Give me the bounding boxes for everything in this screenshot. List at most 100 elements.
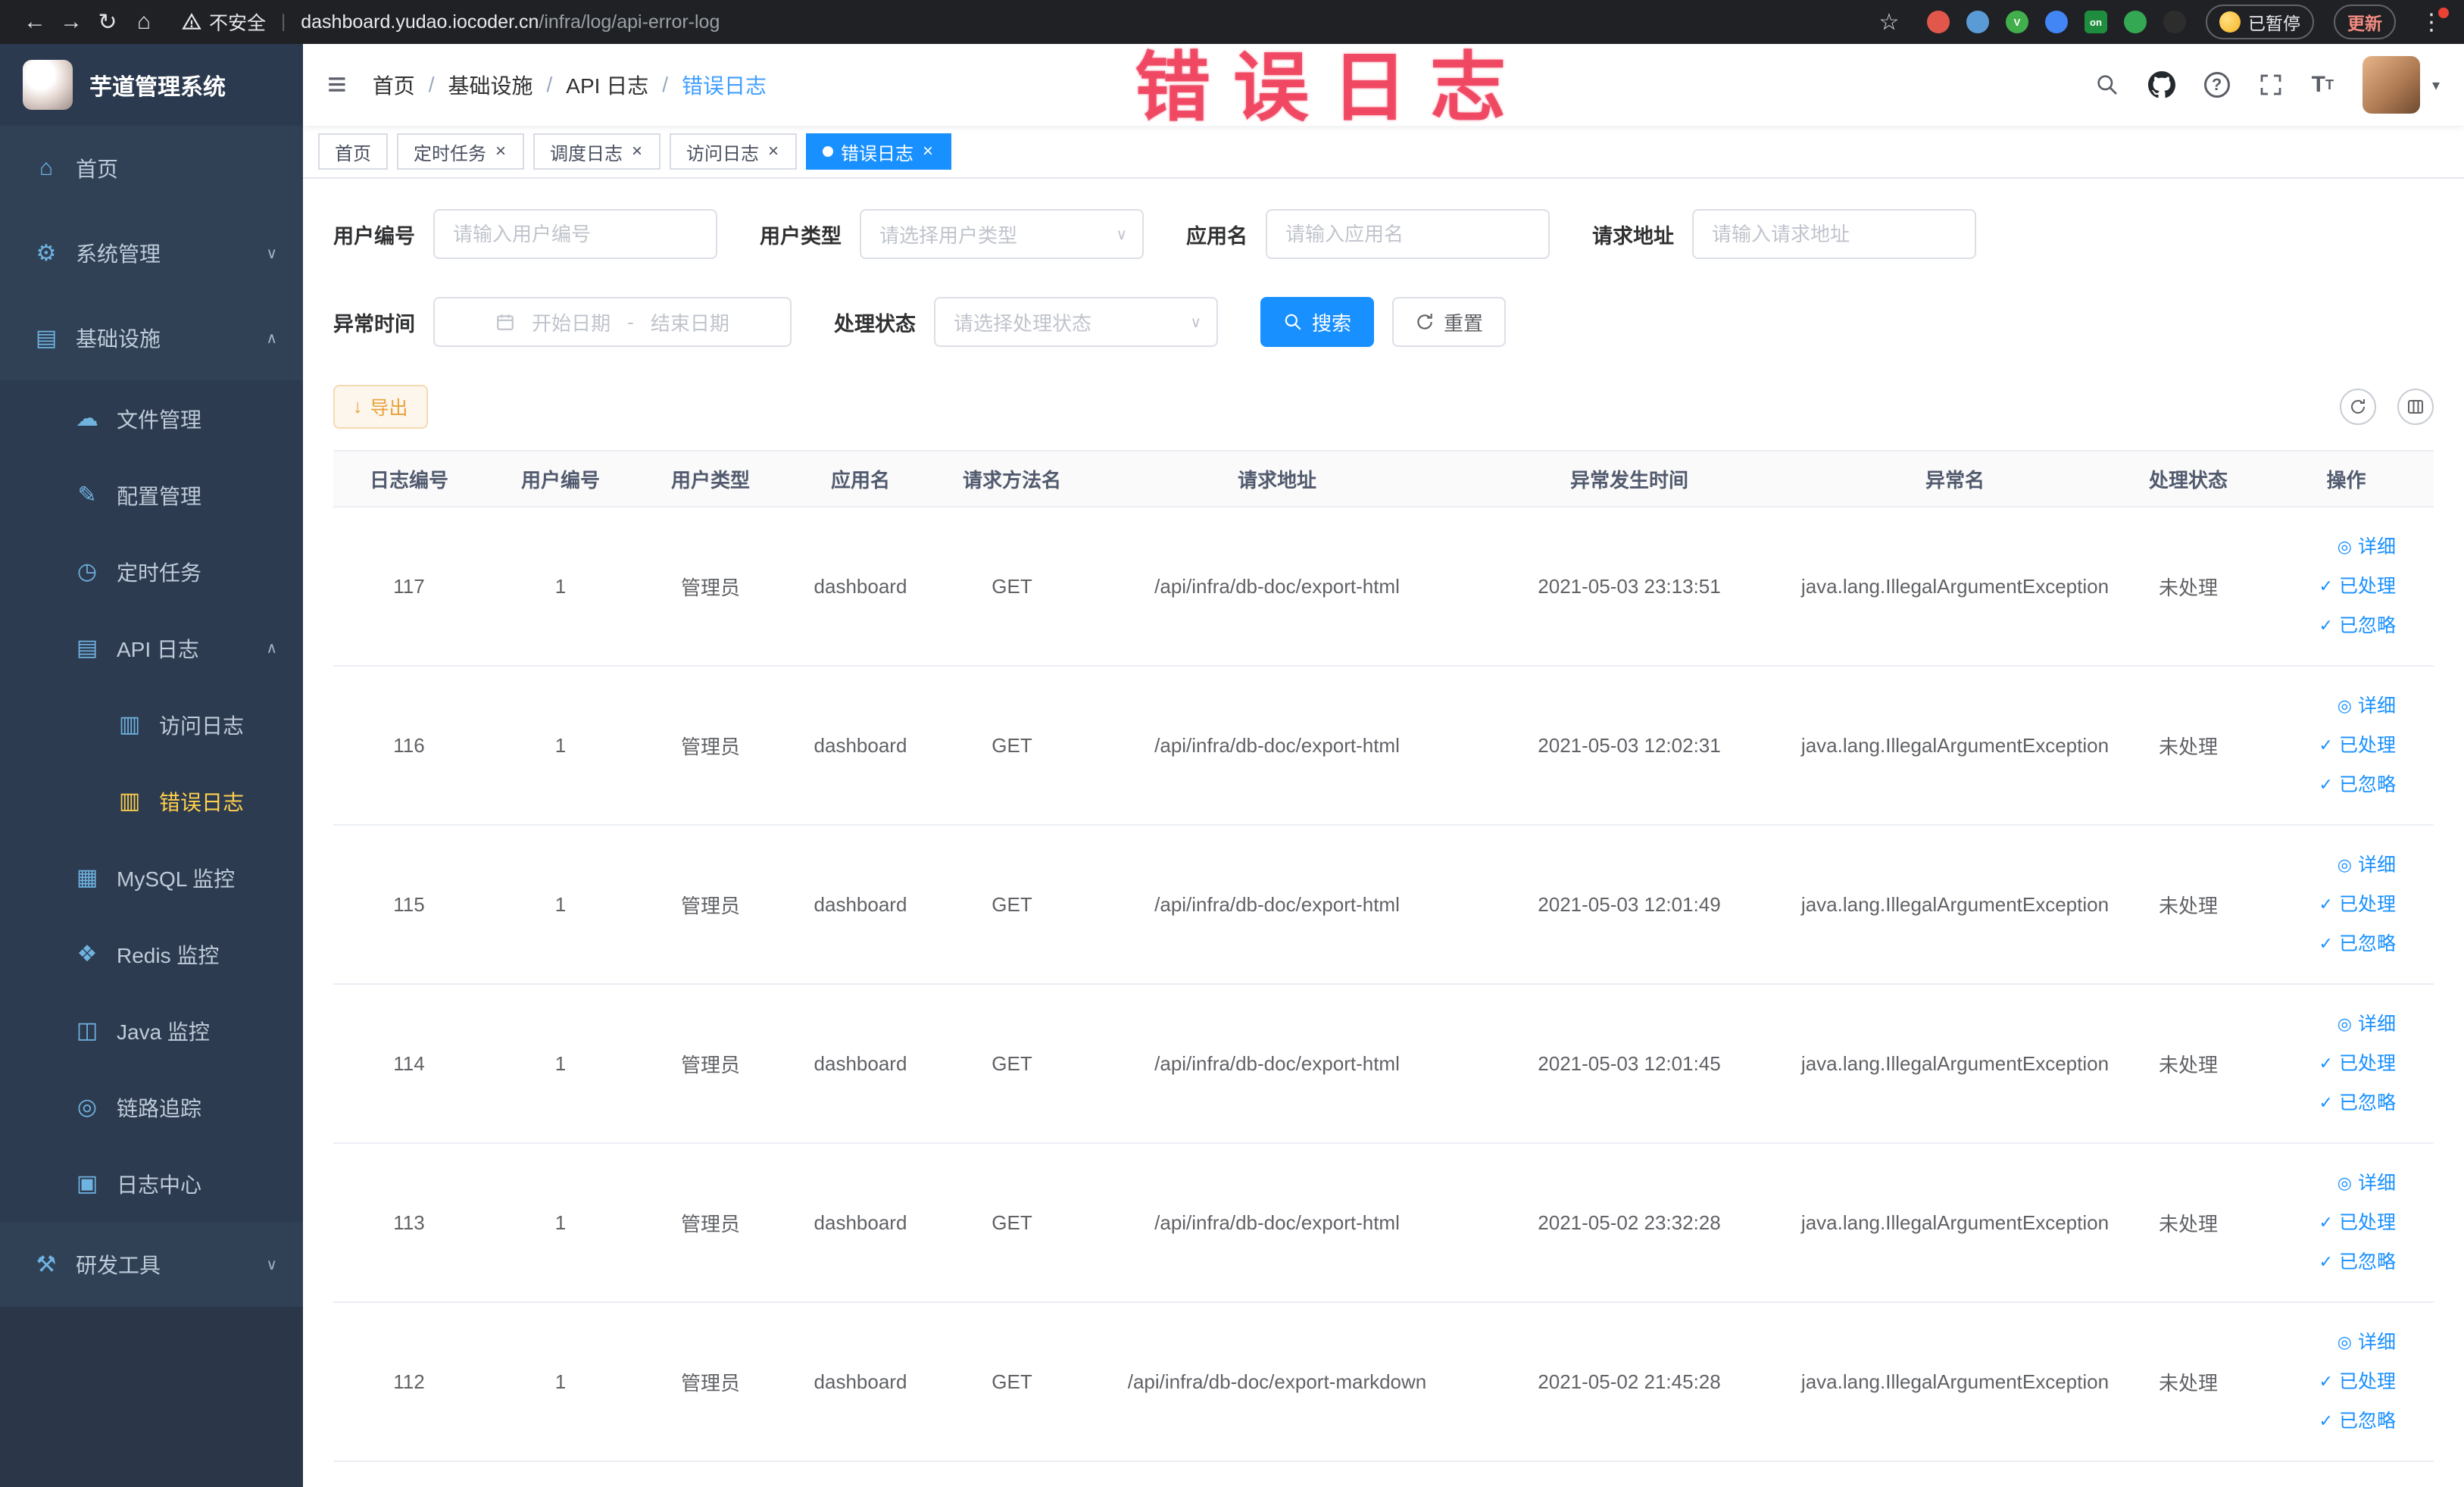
action-label: 已忽略 [2338,933,2396,954]
api-log-icon: ▤ [76,636,98,661]
chevron-down-icon[interactable]: ▾ [2432,76,2440,95]
tab-错误日志[interactable]: 错误日志 × [806,133,952,170]
reload-icon[interactable]: ↻ [89,4,126,40]
action-详细[interactable]: ◎ 详细 [2259,1004,2396,1044]
search-button[interactable]: 搜索 [1260,297,1375,347]
sidebar-item-dev-tools[interactable]: ⚒ 研发工具 ∨ [0,1222,303,1307]
action-详细[interactable]: ◎ 详细 [2259,1323,2396,1362]
cell-actions: ◎ 详细 ✓ 已处理 ✓ 已忽略 [2259,1143,2434,1303]
column-header: 应用名 [785,450,936,508]
filter-process-status: 处理状态 请选择处理状态 ∨ [834,297,1218,347]
action-已忽略[interactable]: ✓ 已忽略 [2259,924,2396,964]
extension-pin-icon[interactable] [2163,11,2186,33]
sidebar-item-file-management[interactable]: ☁ 文件管理 [0,380,303,457]
sidebar-item-log-center[interactable]: ▣ 日志中心 [0,1145,303,1222]
sidebar-item-access-log[interactable]: ▥ 访问日志 [0,686,303,763]
breadcrumb-item[interactable]: 基础设施 [448,70,532,100]
sidebar-item-api-log[interactable]: ▤ API 日志 ∧ [0,610,303,686]
sidebar-item-infrastructure[interactable]: ▤ 基础设施 ∧ [0,295,303,380]
date-range-picker[interactable]: 开始日期 - 结束日期 [433,297,792,347]
refresh-table-button[interactable] [2340,389,2376,425]
home-icon[interactable]: ⌂ [126,4,162,40]
action-详细[interactable]: ◎ 详细 [2259,686,2396,726]
close-icon[interactable]: × [767,141,780,162]
user-avatar[interactable] [2362,56,2420,114]
browser-menu-icon[interactable]: ⋮ [2416,7,2449,36]
action-已处理[interactable]: ✓ 已处理 [2259,567,2396,606]
breadcrumb-item: 错误日志 [681,74,767,98]
close-icon[interactable]: × [630,141,644,162]
security-chip[interactable]: 不安全 [182,8,266,36]
font-size-icon[interactable]: TT [2312,72,2334,98]
extension-red-icon[interactable] [1927,11,1950,33]
back-icon[interactable]: ← [17,4,53,40]
refresh-icon [1417,314,1432,330]
forward-icon[interactable]: → [53,4,89,40]
sidebar-item-error-log[interactable]: ▥ 错误日志 [0,763,303,839]
action-已处理[interactable]: ✓ 已处理 [2259,726,2396,765]
action-详细[interactable]: ◎ 详细 [2259,527,2396,567]
tab-定时任务[interactable]: 定时任务 × [397,133,525,170]
app-name-input[interactable] [1266,209,1550,259]
cell-actions: ◎ 详细 ✓ 已处理 ✓ 已忽略 [2259,507,2434,667]
process-status-select[interactable]: 请选择处理状态 ∨ [934,297,1218,347]
action-详细[interactable]: ◎ 详细 [2259,1164,2396,1203]
action-label: 已处理 [2338,894,2396,915]
extension-on-icon[interactable]: on [2085,11,2107,33]
action-已忽略[interactable]: ✓ 已忽略 [2259,765,2396,804]
sidebar-item-config-management[interactable]: ✎ 配置管理 [0,457,303,533]
export-button[interactable]: ↓ 导出 [333,385,428,429]
help-icon[interactable]: ? [2203,72,2230,98]
extension-leaf-icon[interactable] [2124,11,2147,33]
fullscreen-icon[interactable] [2259,73,2283,97]
action-已处理[interactable]: ✓ 已处理 [2259,1362,2396,1401]
sidebar-item-redis-monitor[interactable]: ❖ Redis 监控 [0,916,303,992]
close-icon[interactable]: × [921,141,935,162]
error-log-icon: ▥ [118,789,141,814]
sidebar-item-mysql-monitor[interactable]: ▦ MySQL 监控 [0,839,303,916]
user-type-select[interactable]: 请选择用户类型 ∨ [860,209,1144,259]
log-center-icon: ▣ [76,1171,98,1196]
address-bar[interactable]: 不安全 | dashboard.yudao.iocoder.cn/infra/l… [182,8,1871,36]
date-separator: - [627,310,634,333]
sidebar-empty-space [0,1307,303,1487]
action-已忽略[interactable]: ✓ 已忽略 [2259,1083,2396,1123]
update-button[interactable]: 更新 [2334,5,2396,39]
action-已处理[interactable]: ✓ 已处理 [2259,1203,2396,1242]
sidebar-logo[interactable]: 芋道管理系统 [0,44,303,126]
tab-调度日志[interactable]: 调度日志 × [533,133,661,170]
filter-row-1: 用户编号 用户类型 请选择用户类型 ∨ 应用名 请求地址 [333,209,2434,259]
request-url-input[interactable] [1692,209,1976,259]
action-已忽略[interactable]: ✓ 已忽略 [2259,1401,2396,1441]
close-icon[interactable]: × [494,141,507,162]
extension-blue-icon[interactable] [1966,11,1989,33]
cell-actions: ◎ 详细 ✓ 已处理 ✓ 已忽略 [2259,825,2434,985]
reset-button[interactable]: 重置 [1392,297,1507,347]
action-详细[interactable]: ◎ 详细 [2259,845,2396,885]
github-icon[interactable] [2147,71,2175,98]
hamburger-icon[interactable]: ≡ [327,68,347,102]
sidebar-item-java-monitor[interactable]: ◫ Java 监控 [0,992,303,1069]
action-已处理[interactable]: ✓ 已处理 [2259,1044,2396,1083]
sidebar-item-trace[interactable]: ◎ 链路追踪 [0,1069,303,1145]
extension-grid-icon[interactable] [2045,11,2068,33]
bookmark-star-icon[interactable]: ☆ [1871,4,1907,40]
page-url[interactable]: dashboard.yudao.iocoder.cn/infra/log/api… [301,11,720,33]
tab-首页[interactable]: 首页 [318,133,388,170]
cell-user-type: 管理员 [636,666,785,826]
paused-badge[interactable]: 已暂停 [2206,5,2314,39]
sidebar-item-scheduled-job[interactable]: ◷ 定时任务 [0,533,303,610]
action-已忽略[interactable]: ✓ 已忽略 [2259,606,2396,645]
sidebar-item-system-management[interactable]: ⚙ 系统管理 ∨ [0,211,303,295]
breadcrumb-item[interactable]: 首页 [373,70,415,100]
breadcrumb-item[interactable]: API 日志 [566,70,648,100]
action-已处理[interactable]: ✓ 已处理 [2259,885,2396,924]
action-已忽略[interactable]: ✓ 已忽略 [2259,1242,2396,1282]
search-icon[interactable] [2095,73,2119,97]
sidebar-item-home[interactable]: ⌂ 首页 [0,126,303,211]
extension-green-v-icon[interactable]: V [2006,11,2028,33]
user-id-input[interactable] [433,209,717,259]
tab-访问日志[interactable]: 访问日志 × [670,133,798,170]
column-settings-button[interactable] [2397,389,2434,425]
check-icon: ✓ [2319,576,2333,595]
